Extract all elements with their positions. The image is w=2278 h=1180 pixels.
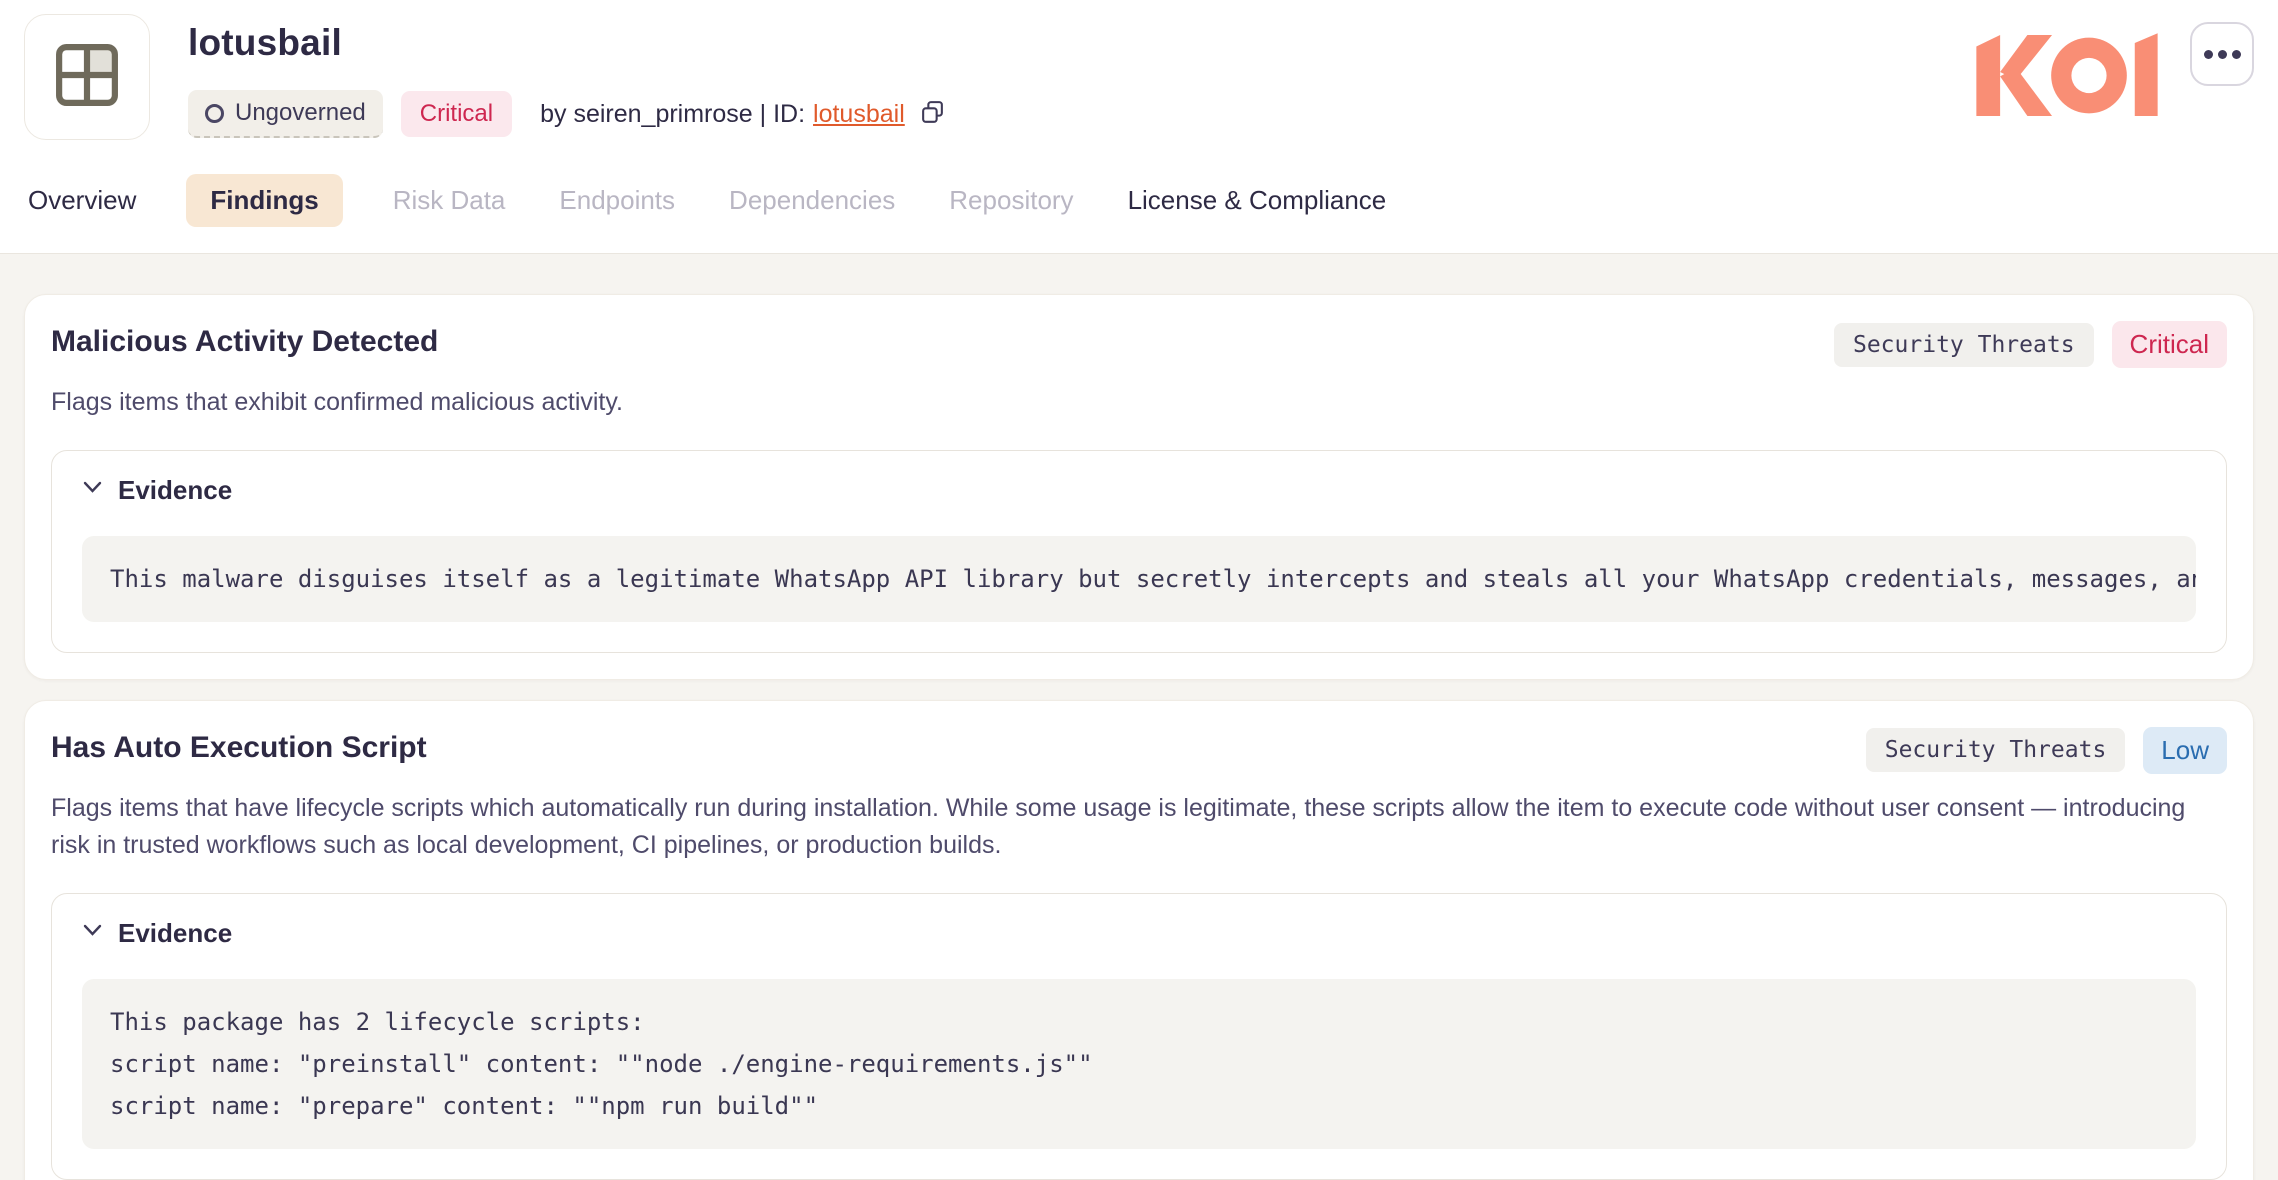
evidence-toggle[interactable]: Evidence <box>82 918 2196 949</box>
evidence-label: Evidence <box>118 475 232 506</box>
tab-dependencies[interactable]: Dependencies <box>725 174 899 227</box>
tab-repository[interactable]: Repository <box>945 174 1077 227</box>
evidence-code[interactable]: This malware disguises itself as a legit… <box>82 536 2196 622</box>
package-avatar <box>24 14 150 140</box>
finding-card-auto-execution: Has Auto Execution Script Security Threa… <box>24 700 2254 1180</box>
package-id-link[interactable]: lotusbail <box>813 100 905 129</box>
grid-app-icon <box>55 43 119 112</box>
ring-status-icon <box>205 104 224 123</box>
severity-badge: Critical <box>2112 321 2227 368</box>
page-title: lotusbail <box>188 22 946 64</box>
findings-list: Malicious Activity Detected Security Thr… <box>0 254 2278 1180</box>
status-badge[interactable]: Ungoverned <box>188 90 383 138</box>
finding-description: Flags items that have lifecycle scripts … <box>51 790 2211 865</box>
evidence-label: Evidence <box>118 918 232 949</box>
koi-logo <box>1974 28 2160 121</box>
status-badge-label: Ungoverned <box>235 99 366 127</box>
evidence-section: Evidence This package has 2 lifecycle sc… <box>51 893 2227 1180</box>
chevron-down-icon <box>82 480 103 500</box>
category-badge: Security Threats <box>1866 728 2126 772</box>
copy-icon <box>919 99 946 129</box>
finding-card-malicious-activity: Malicious Activity Detected Security Thr… <box>24 294 2254 680</box>
chevron-down-icon <box>82 923 103 943</box>
evidence-section: Evidence This malware disguises itself a… <box>51 450 2227 653</box>
tab-endpoints[interactable]: Endpoints <box>555 174 679 227</box>
finding-title: Has Auto Execution Script <box>51 727 1866 765</box>
tab-overview[interactable]: Overview <box>24 174 140 227</box>
overflow-menu-button[interactable] <box>2190 22 2254 86</box>
severity-badge-header: Critical <box>401 91 512 137</box>
severity-badge: Low <box>2143 727 2227 774</box>
byline: by seiren_primrose | ID: lotusbail <box>540 99 946 129</box>
tab-findings[interactable]: Findings <box>186 174 342 227</box>
copy-button[interactable] <box>919 99 946 129</box>
tab-risk-data[interactable]: Risk Data <box>389 174 510 227</box>
evidence-toggle[interactable]: Evidence <box>82 475 2196 506</box>
page-header: lotusbail Ungoverned Critical by seiren_… <box>0 0 2278 254</box>
tab-bar: Overview Findings Risk Data Endpoints De… <box>24 174 2254 253</box>
finding-description: Flags items that exhibit confirmed malic… <box>51 384 2211 422</box>
byline-text: by seiren_primrose | ID: <box>540 100 805 129</box>
evidence-code[interactable]: This package has 2 lifecycle scripts: sc… <box>82 979 2196 1149</box>
ellipsis-menu-icon <box>2204 50 2241 59</box>
tab-license-compliance[interactable]: License & Compliance <box>1124 174 1391 227</box>
category-badge: Security Threats <box>1834 323 2094 367</box>
finding-title: Malicious Activity Detected <box>51 321 1834 359</box>
